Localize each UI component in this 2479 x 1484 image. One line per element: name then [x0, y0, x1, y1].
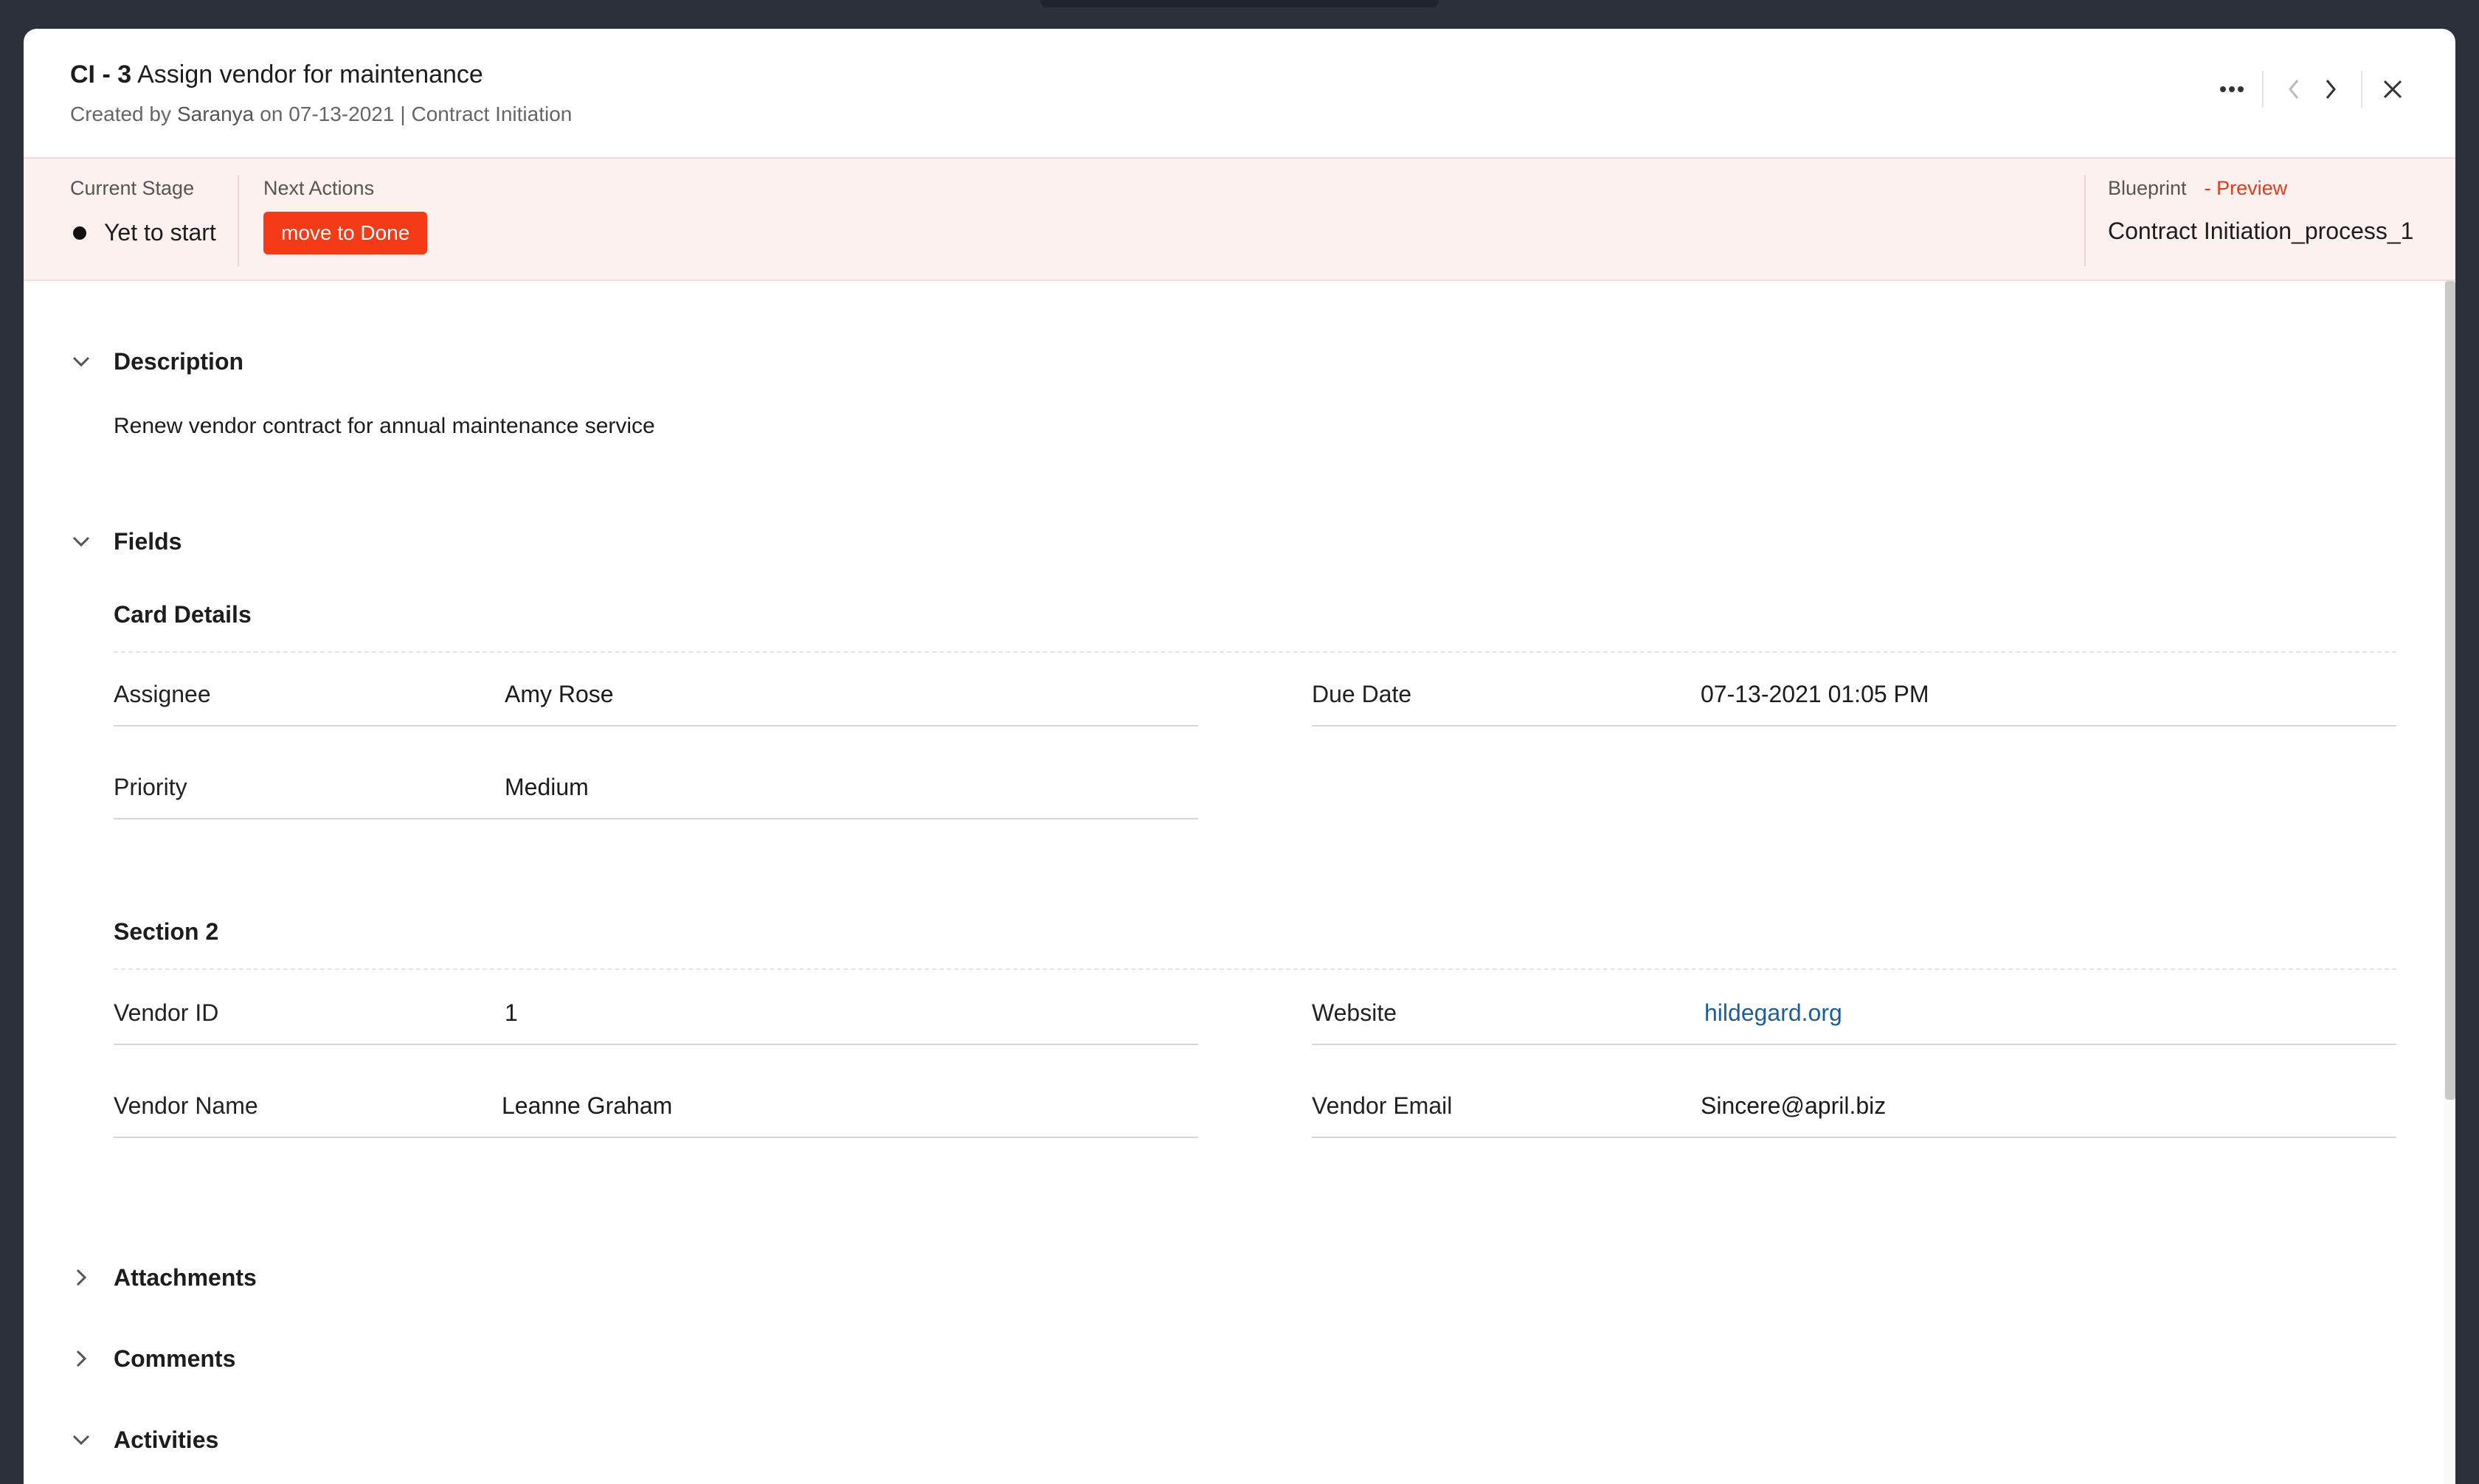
more-dots-icon[interactable] [2213, 71, 2250, 108]
task-title: CI - 3 Assign vendor for maintenance [70, 58, 483, 91]
modal-header: CI - 3 Assign vendor for maintenance Crea… [24, 29, 2455, 157]
comments-section-toggle[interactable]: Comments [68, 1340, 235, 1377]
field-label: Assignee [114, 681, 211, 707]
author-name[interactable]: Saranya [177, 103, 254, 125]
field-value: Amy Rose [505, 681, 614, 707]
background-panel-edge [1040, 0, 1439, 7]
chevron-left-icon[interactable] [2275, 71, 2312, 108]
move-to-done-button[interactable]: move to Done [263, 212, 428, 254]
field-value: 07-13-2021 01:05 PM [1701, 681, 1929, 707]
task-key: CI - 3 [70, 60, 132, 89]
chevron-down-icon [68, 348, 94, 375]
next-actions-label: Next Actions [263, 177, 375, 199]
field-value: Sincere@april.biz [1701, 1092, 1887, 1119]
blueprint-name: Contract Initiation_process_1 [2108, 218, 2414, 244]
blueprint-preview-link[interactable]: - Preview [2205, 177, 2288, 199]
comments-heading: Comments [114, 1345, 236, 1372]
fields-section-toggle[interactable]: Fields [68, 523, 181, 560]
current-stage-text: Yet to start [104, 219, 216, 246]
chevron-right-icon [68, 1345, 94, 1372]
scrollbar-thumb[interactable] [2445, 281, 2455, 1100]
chevron-right-icon [68, 1264, 94, 1291]
priority-field[interactable]: Priority Medium [114, 763, 1198, 819]
divider [238, 175, 239, 266]
vendor-name-field[interactable]: Vendor Name Leanne Graham [114, 1082, 1198, 1138]
chevron-down-icon [68, 528, 94, 555]
next-actions: Next Actions move to Done [263, 175, 428, 254]
field-label: Due Date [1312, 681, 1412, 707]
task-detail-modal: CI - 3 Assign vendor for maintenance Crea… [24, 29, 2455, 1484]
description-section-toggle[interactable]: Description [68, 343, 243, 380]
field-label: Vendor Email [1312, 1092, 1453, 1119]
blueprint-label-row: Blueprint - Preview [2108, 175, 2413, 201]
divider [2084, 175, 2086, 266]
field-value: Medium [505, 774, 589, 800]
blueprint-band: Current Stage Yet to start Next Actions … [24, 157, 2455, 281]
divider [2262, 71, 2264, 108]
dashed-divider [114, 968, 2396, 970]
description-heading: Description [114, 347, 244, 375]
chevron-right-icon[interactable] [2312, 71, 2349, 108]
card-details-heading: Card Details [114, 601, 252, 628]
current-stage-label: Current Stage [70, 177, 195, 199]
vendor-email-field[interactable]: Vendor Email Sincere@april.biz [1312, 1082, 2396, 1138]
activities-section-toggle[interactable]: Activities [68, 1421, 218, 1458]
attachments-section-toggle[interactable]: Attachments [68, 1259, 257, 1296]
website-field[interactable]: Website hildegard.org [1312, 989, 2396, 1045]
created-date: on 07-13-2021 [260, 103, 395, 125]
modal-content: Description Renew vendor contract for an… [24, 281, 2444, 1484]
chevron-down-icon [68, 1426, 94, 1453]
description-text: Renew vendor contract for annual mainten… [114, 414, 655, 438]
stage-dot-icon [73, 226, 86, 240]
field-label: Vendor ID [114, 999, 219, 1026]
vendor-id-field[interactable]: Vendor ID 1 [114, 989, 1198, 1045]
task-meta: Created by Saranya on 07-13-2021 | Contract… [70, 100, 572, 129]
activities-heading: Activities [114, 1426, 219, 1453]
divider [2361, 71, 2362, 108]
task-title-text: Assign vendor for maintenance [137, 60, 483, 89]
attachments-heading: Attachments [114, 1263, 257, 1291]
field-label: Vendor Name [114, 1092, 258, 1119]
header-actions [2213, 67, 2411, 111]
current-stage: Current Stage Yet to start [70, 175, 216, 246]
field-label: Website [1312, 999, 1397, 1026]
dashed-divider [114, 651, 2396, 653]
field-value: Leanne Graham [502, 1092, 673, 1119]
section-2-heading: Section 2 [114, 918, 219, 945]
blueprint-info: Blueprint - Preview Contract Initiation_p… [2108, 175, 2413, 245]
blueprint-label: Blueprint [2108, 177, 2187, 199]
field-value: 1 [505, 999, 518, 1026]
module-name: | Contract Initiation [400, 103, 573, 125]
fields-heading: Fields [114, 527, 182, 555]
created-by-label: Created by [70, 103, 171, 125]
assignee-field[interactable]: Assignee Amy Rose [114, 670, 1198, 727]
current-stage-value: Yet to start [70, 219, 216, 246]
field-label: Priority [114, 774, 187, 800]
due-date-field[interactable]: Due Date 07-13-2021 01:05 PM [1312, 670, 2396, 727]
close-icon[interactable] [2374, 71, 2411, 108]
website-link[interactable]: hildegard.org [1704, 999, 1842, 1027]
